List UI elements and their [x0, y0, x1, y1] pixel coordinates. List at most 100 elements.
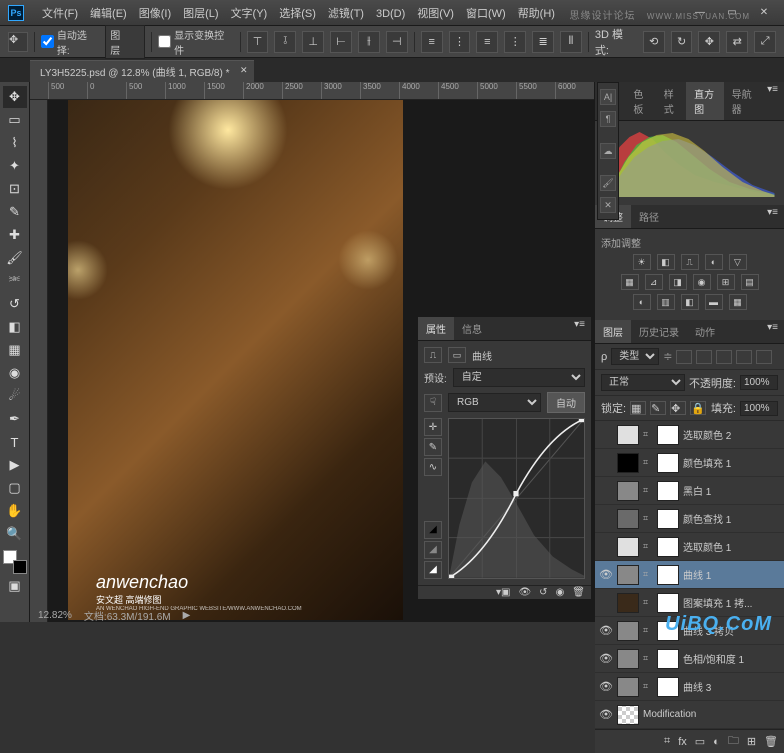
- strip-character-icon[interactable]: A|: [600, 89, 616, 105]
- pen-tool[interactable]: ✒: [3, 408, 27, 430]
- strip-tools-icon[interactable]: ✕: [600, 197, 616, 213]
- layer-visibility-icon[interactable]: [599, 512, 613, 526]
- strip-libraries-icon[interactable]: ☁: [600, 143, 616, 159]
- layer-mask-thumbnail[interactable]: [657, 649, 679, 669]
- layer-link-icon[interactable]: ⌗: [643, 569, 653, 580]
- layer-row[interactable]: 👁Modification: [595, 701, 784, 729]
- layer-mask-thumbnail[interactable]: [657, 677, 679, 697]
- layer-link-icon[interactable]: ⌗: [643, 485, 653, 496]
- link-layers-icon[interactable]: ⌗: [664, 735, 670, 748]
- lock-transparency-icon[interactable]: ▦: [630, 401, 646, 415]
- adj-exposure-icon[interactable]: ◐: [705, 254, 723, 270]
- layer-name[interactable]: 选取颜色 1: [683, 539, 780, 554]
- panel-tab[interactable]: 图层: [595, 320, 631, 343]
- 3d-orbit-icon[interactable]: ⟲: [643, 31, 665, 53]
- adj-threshold-icon[interactable]: ◧: [681, 294, 699, 310]
- panel-tab[interactable]: 属性: [418, 317, 454, 340]
- quickmask-toggle[interactable]: ▣: [3, 575, 27, 597]
- 3d-slide-icon[interactable]: ⇄: [726, 31, 748, 53]
- layer-thumbnail[interactable]: [617, 425, 639, 445]
- layer-name[interactable]: 曲线 3: [683, 679, 780, 694]
- layer-link-icon[interactable]: ⌗: [643, 429, 653, 440]
- 3d-pan-icon[interactable]: ✥: [698, 31, 720, 53]
- layer-link-icon[interactable]: ⌗: [643, 457, 653, 468]
- auto-select-target[interactable]: 图层: [105, 25, 145, 59]
- zoom-tool[interactable]: 🔍: [3, 523, 27, 545]
- new-layer-icon[interactable]: ⊞: [747, 735, 756, 748]
- on-image-tool-icon[interactable]: ☟: [424, 394, 442, 412]
- clip-layer-icon[interactable]: ▾▣: [496, 587, 510, 598]
- adj-brightness-icon[interactable]: ☀: [633, 254, 651, 270]
- layer-link-icon[interactable]: ⌗: [643, 513, 653, 524]
- status-arrow-icon[interactable]: ▶: [183, 610, 191, 621]
- color-swatches[interactable]: [3, 550, 27, 574]
- menu-item[interactable]: 3D(D): [370, 6, 411, 22]
- layer-row[interactable]: ⌗选取颜色 2: [595, 421, 784, 449]
- panel-menu-icon[interactable]: ▾≡: [761, 205, 784, 228]
- show-transform-checkbox[interactable]: 显示变换控件: [158, 27, 233, 57]
- opacity-input[interactable]: [740, 375, 778, 390]
- adj-vibrance-icon[interactable]: ▽: [729, 254, 747, 270]
- zoom-level[interactable]: 12.82%: [38, 610, 72, 621]
- delete-adjustment-icon[interactable]: 🗑: [572, 587, 585, 598]
- layer-name[interactable]: 黑白 1: [683, 483, 780, 498]
- dodge-tool[interactable]: ☄: [3, 385, 27, 407]
- white-point-icon[interactable]: ◢: [424, 561, 442, 579]
- type-tool[interactable]: T: [3, 431, 27, 453]
- history-brush-tool[interactable]: ↺: [3, 293, 27, 315]
- menu-item[interactable]: 视图(V): [411, 6, 460, 22]
- layer-thumbnail[interactable]: [617, 537, 639, 557]
- window-close[interactable]: ✕: [752, 5, 776, 21]
- delete-layer-icon[interactable]: 🗑: [764, 735, 778, 748]
- background-color[interactable]: [13, 560, 27, 574]
- panel-tab[interactable]: 色板: [625, 82, 655, 120]
- align-vcenter-icon[interactable]: ⫱: [274, 31, 296, 53]
- clone-stamp-tool[interactable]: ⎃: [3, 270, 27, 292]
- adj-selectivecolor-icon[interactable]: ▦: [729, 294, 747, 310]
- align-top-icon[interactable]: ⊤: [247, 31, 269, 53]
- layer-visibility-icon[interactable]: 👁: [599, 624, 613, 638]
- adj-gradientmap-icon[interactable]: ▬: [705, 294, 723, 310]
- eraser-tool[interactable]: ◧: [3, 316, 27, 338]
- shape-tool[interactable]: ▢: [3, 477, 27, 499]
- panel-tab[interactable]: 直方图: [686, 82, 724, 120]
- layer-thumbnail[interactable]: [617, 509, 639, 529]
- move-tool[interactable]: ✥: [3, 86, 27, 108]
- layer-name[interactable]: 曲线 1: [683, 567, 780, 582]
- close-tab-icon[interactable]: ✕: [240, 65, 248, 76]
- layer-visibility-icon[interactable]: [599, 456, 613, 470]
- reset-icon[interactable]: ↺: [539, 587, 547, 598]
- layer-link-icon[interactable]: ⌗: [643, 597, 653, 608]
- panel-tab[interactable]: 信息: [454, 317, 490, 340]
- fill-input[interactable]: [740, 401, 778, 416]
- lock-position-icon[interactable]: ✥: [670, 401, 686, 415]
- panel-menu-icon[interactable]: ▾≡: [761, 82, 784, 120]
- layer-thumbnail[interactable]: [617, 453, 639, 473]
- layer-visibility-icon[interactable]: [599, 540, 613, 554]
- auto-select-checkbox[interactable]: 自动选择:: [41, 27, 99, 57]
- layer-mask-thumbnail[interactable]: [657, 425, 679, 445]
- layer-thumbnail[interactable]: [617, 705, 639, 725]
- auto-button[interactable]: 自动: [547, 392, 585, 413]
- adj-hue-icon[interactable]: ▦: [621, 274, 639, 290]
- layer-thumbnail[interactable]: [617, 649, 639, 669]
- blur-tool[interactable]: ◉: [3, 362, 27, 384]
- gradient-tool[interactable]: ▦: [3, 339, 27, 361]
- adj-bw-icon[interactable]: ◨: [669, 274, 687, 290]
- panel-tab[interactable]: 动作: [687, 320, 723, 343]
- path-select-tool[interactable]: ▶: [3, 454, 27, 476]
- menu-item[interactable]: 滤镜(T): [322, 6, 370, 22]
- spot-heal-tool[interactable]: ✚: [3, 224, 27, 246]
- filter-shape-icon[interactable]: [736, 350, 752, 364]
- layer-link-icon[interactable]: ⌗: [643, 541, 653, 552]
- layer-fx-icon[interactable]: fx: [678, 736, 687, 748]
- layer-mask-thumbnail[interactable]: [657, 481, 679, 501]
- distribute-6-icon[interactable]: ⫴: [560, 31, 582, 53]
- filter-pixel-icon[interactable]: [676, 350, 692, 364]
- layer-link-icon[interactable]: ⌗: [643, 625, 653, 636]
- distribute-4-icon[interactable]: ⋮: [504, 31, 526, 53]
- marquee-tool[interactable]: ▭: [3, 109, 27, 131]
- distribute-5-icon[interactable]: ≣: [532, 31, 554, 53]
- curves-graph[interactable]: [448, 418, 585, 579]
- layer-mask-thumbnail[interactable]: [657, 593, 679, 613]
